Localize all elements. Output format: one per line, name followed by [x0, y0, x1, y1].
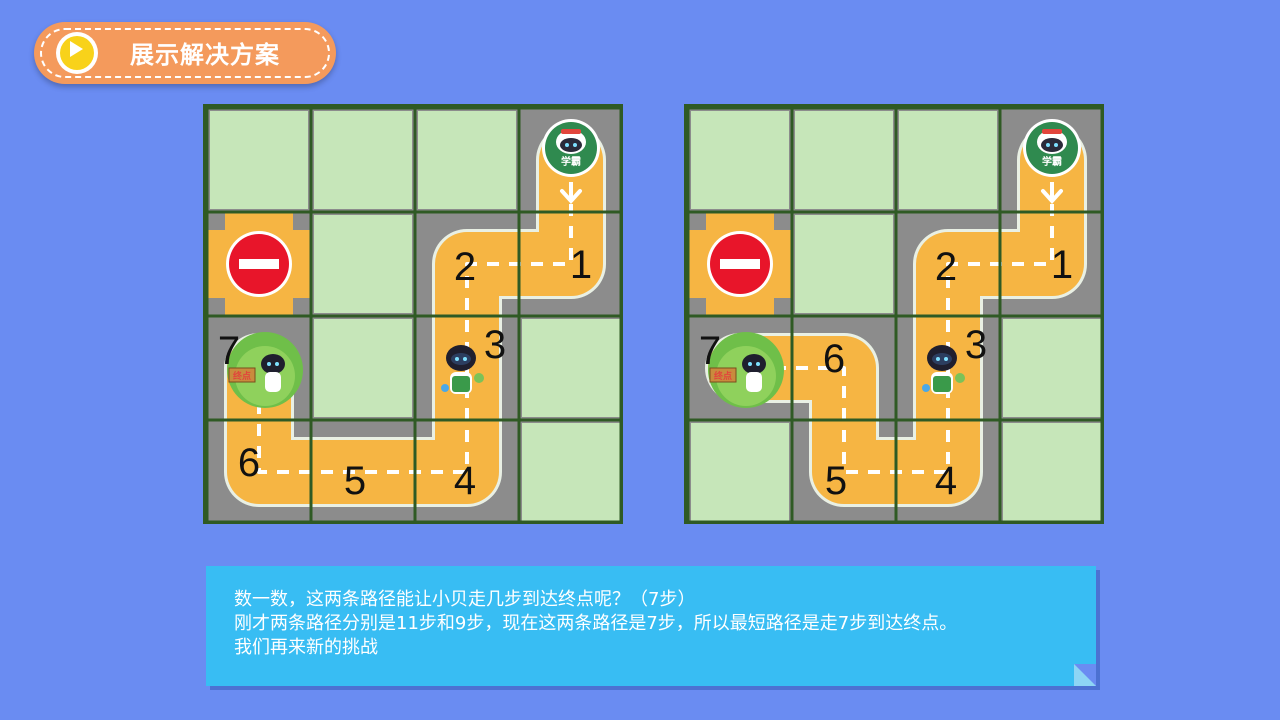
play-icon — [56, 32, 98, 74]
step-number-6: 6 — [823, 337, 845, 381]
step-number-3: 3 — [484, 323, 506, 367]
grass-tile — [522, 319, 620, 417]
step-number-3: 3 — [965, 323, 987, 367]
maze-board-left: 学霸 终点 1 2 3 4 5 6 7 — [203, 104, 623, 524]
robot-start-icon: 学霸 — [1023, 119, 1081, 177]
robot-start-icon: 学霸 — [542, 119, 600, 177]
step-number-2: 2 — [935, 245, 957, 289]
maze-board-right: 学霸 终点 1 2 3 4 5 6 7 — [684, 104, 1104, 524]
grass-tile — [691, 111, 789, 209]
grass-tile — [1003, 423, 1101, 521]
grass-tile — [522, 423, 620, 521]
svg-text:学霸: 学霸 — [1042, 155, 1062, 168]
step-number-7: 7 — [699, 329, 721, 373]
step-number-4: 4 — [454, 459, 476, 503]
show-solution-button[interactable]: 展示解决方案 — [34, 22, 336, 84]
show-solution-label: 展示解决方案 — [130, 41, 280, 69]
grass-tile — [1003, 319, 1101, 417]
no-entry-icon — [226, 231, 292, 297]
grass-tile — [314, 111, 412, 209]
grass-tile — [314, 319, 412, 417]
info-line-3: 我们再来新的挑战 — [234, 637, 378, 658]
info-text: 数一数，这两条路径能让小贝走几步到达终点呢？（7步） 刚才两条路径分别是11步和… — [234, 588, 1076, 660]
info-panel: 数一数，这两条路径能让小贝走几步到达终点呢？（7步） 刚才两条路径分别是11步和… — [206, 566, 1096, 686]
step-number-1: 1 — [1051, 243, 1073, 287]
step-number-5: 5 — [344, 459, 366, 503]
info-line-1: 数一数，这两条路径能让小贝走几步到达终点呢？（7步） — [234, 589, 696, 610]
grass-tile — [899, 111, 997, 209]
grass-tile — [314, 215, 412, 313]
info-line-2: 刚才两条路径分别是11步和9步，现在这两条路径是7步，所以最短路径是走7步到达终… — [234, 613, 958, 634]
grass-tile — [795, 111, 893, 209]
grass-tile — [210, 111, 308, 209]
step-number-7: 7 — [218, 329, 240, 373]
step-number-4: 4 — [935, 459, 957, 503]
grass-tile — [691, 423, 789, 521]
grass-tile — [795, 215, 893, 313]
step-number-1: 1 — [570, 243, 592, 287]
grass-tile — [418, 111, 516, 209]
page-fold-corner — [1074, 664, 1096, 686]
step-number-2: 2 — [454, 245, 476, 289]
step-number-5: 5 — [825, 459, 847, 503]
svg-text:学霸: 学霸 — [561, 155, 581, 168]
step-number-6: 6 — [238, 441, 260, 485]
no-entry-icon — [707, 231, 773, 297]
